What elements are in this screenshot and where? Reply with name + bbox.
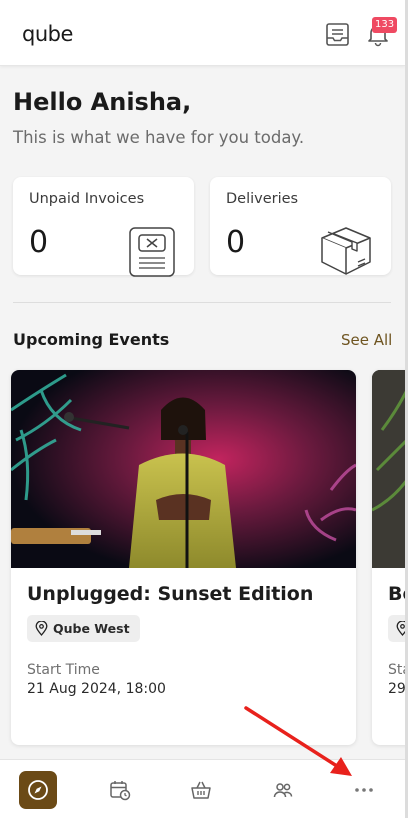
bottom-navigation <box>0 759 405 818</box>
top-bar: qube 133 <box>0 0 405 66</box>
event-location-label: Qube West <box>53 621 130 636</box>
basket-icon <box>191 781 211 799</box>
event-card[interactable]: Unplugged: Sunset Edition Qube West Star… <box>11 370 356 745</box>
invoice-icon <box>129 227 175 277</box>
app-logo: qube <box>22 22 73 46</box>
nav-shop[interactable] <box>171 760 231 818</box>
event-title: Be <box>388 583 405 605</box>
nav-bookings[interactable] <box>90 760 150 818</box>
deliveries-card[interactable]: Deliveries 0 <box>210 177 391 275</box>
unpaid-invoices-card[interactable]: Unpaid Invoices 0 <box>13 177 194 277</box>
nav-community[interactable] <box>253 760 313 818</box>
nav-explore[interactable] <box>8 760 68 818</box>
greeting-subtitle: This is what we have for you today. <box>13 128 305 147</box>
event-location-chip <box>388 615 405 642</box>
more-icon <box>355 787 373 792</box>
event-title: Unplugged: Sunset Edition <box>27 583 314 605</box>
start-time-label: Sta <box>388 662 405 678</box>
unpaid-invoices-count: 0 <box>29 225 49 260</box>
notification-badge: 133 <box>372 17 398 33</box>
event-photo <box>11 370 356 568</box>
nav-more[interactable] <box>334 760 394 818</box>
section-divider <box>13 302 391 303</box>
location-pin-icon <box>396 621 405 636</box>
start-time-value: 29 <box>388 681 405 697</box>
event-location-chip: Qube West <box>27 615 140 642</box>
app-screen: qube 133 Hello Anisha, This is what we h… <box>0 0 405 818</box>
calendar-clock-icon <box>110 780 131 800</box>
unpaid-invoices-label: Unpaid Invoices <box>29 191 145 207</box>
upcoming-events-title: Upcoming Events <box>13 330 170 349</box>
people-icon <box>273 782 293 797</box>
event-card[interactable]: Be Sta 29 <box>372 370 405 745</box>
start-time-value: 21 Aug 2024, 18:00 <box>27 681 166 697</box>
greeting-title: Hello Anisha, <box>13 88 192 116</box>
inbox-icon[interactable] <box>324 20 352 48</box>
deliveries-count: 0 <box>226 225 246 260</box>
see-all-link[interactable]: See All <box>341 331 392 349</box>
nav-active-indicator <box>19 770 57 809</box>
event-photo <box>372 370 405 568</box>
package-icon <box>321 227 371 275</box>
start-time-label: Start Time <box>27 662 100 678</box>
deliveries-label: Deliveries <box>226 191 299 207</box>
location-pin-icon <box>35 621 48 636</box>
explore-icon <box>28 779 48 800</box>
